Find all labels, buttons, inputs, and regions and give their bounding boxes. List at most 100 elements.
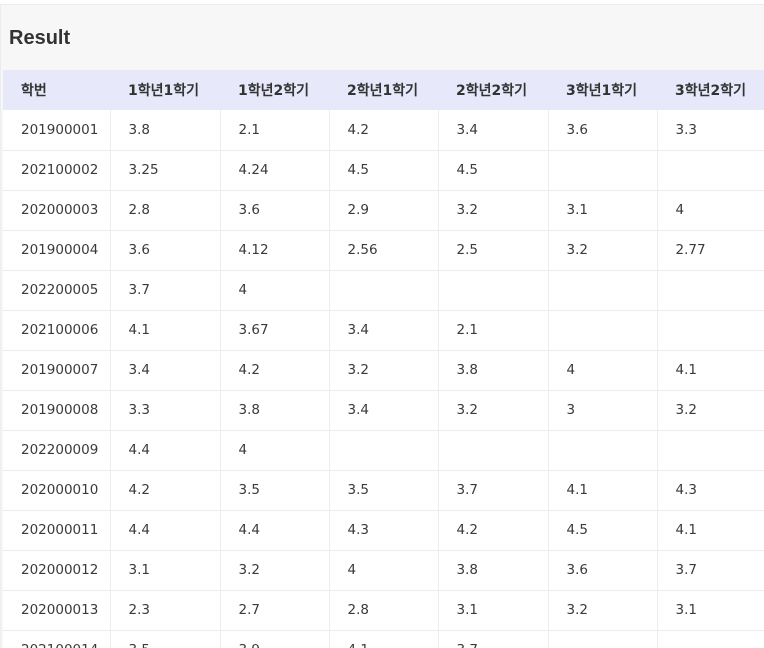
grade-cell: 3.2: [220, 550, 330, 591]
grade-cell: 2.5: [438, 230, 549, 271]
grade-cell: 4.4: [110, 430, 221, 471]
grade-cell: 4.5: [548, 510, 658, 551]
grade-cell: [657, 270, 764, 311]
grade-cell: 3.2: [548, 590, 658, 631]
grade-cell: 4: [220, 430, 330, 471]
student-id-cell: 202100002: [3, 150, 111, 191]
grade-cell: 2.8: [329, 590, 439, 631]
grade-cell: 4.2: [110, 470, 221, 511]
grade-cell: 3.4: [329, 390, 439, 431]
grade-cell: 3.6: [548, 550, 658, 591]
column-header: 2학년2학기: [456, 83, 528, 99]
grade-cell: 3.8: [438, 550, 549, 591]
grade-cell: 4.2: [438, 510, 549, 551]
grade-cell: 4.4: [220, 510, 330, 551]
grade-cell: 3.2: [548, 230, 658, 271]
grade-cell: 3.1: [657, 590, 764, 631]
grade-cell: 3.7: [438, 470, 549, 511]
grade-cell: 4: [220, 270, 330, 311]
grade-cell: 3.67: [220, 310, 330, 351]
grade-cell: 2.7: [220, 590, 330, 631]
grade-cell: [329, 270, 439, 311]
grade-cell: [657, 150, 764, 191]
grade-cell: 2.3: [110, 590, 221, 631]
result-title: Result: [9, 27, 71, 49]
student-id-cell: 202000012: [3, 550, 111, 591]
column-header: 학번: [21, 83, 47, 99]
grade-cell: [657, 310, 764, 351]
grade-cell: [438, 270, 549, 311]
grade-cell: 3.8: [438, 350, 549, 391]
table-row: 202000010 4.2 3.5 3.5 3.7 4.1 4.3: [3, 470, 764, 511]
student-id-cell: 201900004: [3, 230, 111, 271]
table-row: 201900008 3.3 3.8 3.4 3.2 3 3.2: [3, 390, 764, 431]
table-row: 202100006 4.1 3.67 3.4 2.1: [3, 310, 764, 351]
grade-cell: 4.1: [548, 470, 658, 511]
grade-cell: 3.8: [220, 390, 330, 431]
table-body: 201900001 3.8 2.1 4.2 3.4 3.6 3.3 202100002 3.25…: [3, 110, 764, 648]
grade-cell: 4.4: [110, 510, 221, 551]
grade-cell: 4.1: [329, 630, 439, 648]
column-header: 3학년2학기: [675, 83, 747, 99]
grade-cell: 3.6: [548, 110, 658, 151]
grade-cell: [548, 310, 658, 351]
student-id-cell: 201900008: [3, 390, 111, 431]
grade-cell: 4: [548, 350, 658, 391]
grade-cell: 2.9: [329, 190, 439, 231]
grade-cell: 4.12: [220, 230, 330, 271]
student-id-cell: 202000013: [3, 590, 111, 631]
student-id-cell: 201900001: [3, 110, 111, 151]
table-row: 202000011 4.4 4.4 4.3 4.2 4.5 4.1: [3, 510, 764, 551]
column-header: 1학년1학기: [128, 83, 200, 99]
grade-cell: 3.6: [110, 230, 221, 271]
table-row: 202100002 3.25 4.24 4.5 4.5: [3, 150, 764, 191]
grade-cell: 3.4: [329, 310, 439, 351]
grade-cell: 3.7: [110, 270, 221, 311]
table-row: 2021000143.53.94.13.7: [3, 630, 764, 648]
grade-cell: 3.6: [220, 190, 330, 231]
grade-cell: 4.1: [657, 350, 764, 391]
grade-cell: [548, 150, 658, 191]
student-id-cell: 202000010: [3, 470, 111, 511]
column-header: 3학년1학기: [566, 83, 638, 99]
grade-cell: [657, 430, 764, 471]
student-id-cell: 202200009: [3, 430, 111, 471]
grade-cell: [438, 430, 549, 471]
column-header: 2학년1학기: [347, 83, 419, 99]
student-id-cell: 202100006: [3, 310, 111, 351]
grade-cell: 3.3: [110, 390, 221, 431]
student-id-cell: 201900007: [3, 350, 111, 391]
grade-cell: 4.5: [438, 150, 549, 191]
grade-cell: 2.56: [329, 230, 439, 271]
grade-cell: 3.2: [657, 390, 764, 431]
table-row: 202200005 3.7 4: [3, 270, 764, 311]
grade-cell: 3: [548, 390, 658, 431]
table-row: 201900004 3.6 4.12 2.56 2.5 3.2 2.77: [3, 230, 764, 271]
header-row: 학번 1학년1학기 1학년2학기 2학년1학기 2학년2학기 3학년1학기 3학년2학기: [3, 70, 764, 110]
grade-cell: [548, 270, 658, 311]
grade-cell: [548, 630, 658, 648]
grade-cell: 3.4: [110, 350, 221, 391]
grade-cell: 3.3: [657, 110, 764, 151]
grade-cell: 3.7: [438, 630, 549, 648]
column-header: 1학년2학기: [238, 83, 310, 99]
grade-cell: [657, 630, 764, 648]
grade-cell: 4: [657, 190, 764, 231]
table-header: 학번 1학년1학기 1학년2학기 2학년1학기 2학년2학기 3학년1학기 3학년2학기: [3, 70, 764, 110]
grade-cell: 2.1: [220, 110, 330, 151]
grade-cell: 2.1: [438, 310, 549, 351]
grade-cell: 3.1: [438, 590, 549, 631]
grade-cell: 4: [329, 550, 439, 591]
grade-cell: 3.5: [220, 470, 330, 511]
grade-cell: 3.1: [548, 190, 658, 231]
grade-cell: 4.1: [110, 310, 221, 351]
grade-cell: 3.2: [329, 350, 439, 391]
grade-cell: 3.8: [110, 110, 221, 151]
student-id-cell: 202200005: [3, 270, 111, 311]
grade-cell: 4.3: [657, 470, 764, 511]
grade-cell: 3.25: [110, 150, 221, 191]
grade-cell: 4.2: [329, 110, 439, 151]
table-row: 202200009 4.4 4: [3, 430, 764, 471]
grade-cell: [548, 430, 658, 471]
grade-cell: 3.7: [657, 550, 764, 591]
